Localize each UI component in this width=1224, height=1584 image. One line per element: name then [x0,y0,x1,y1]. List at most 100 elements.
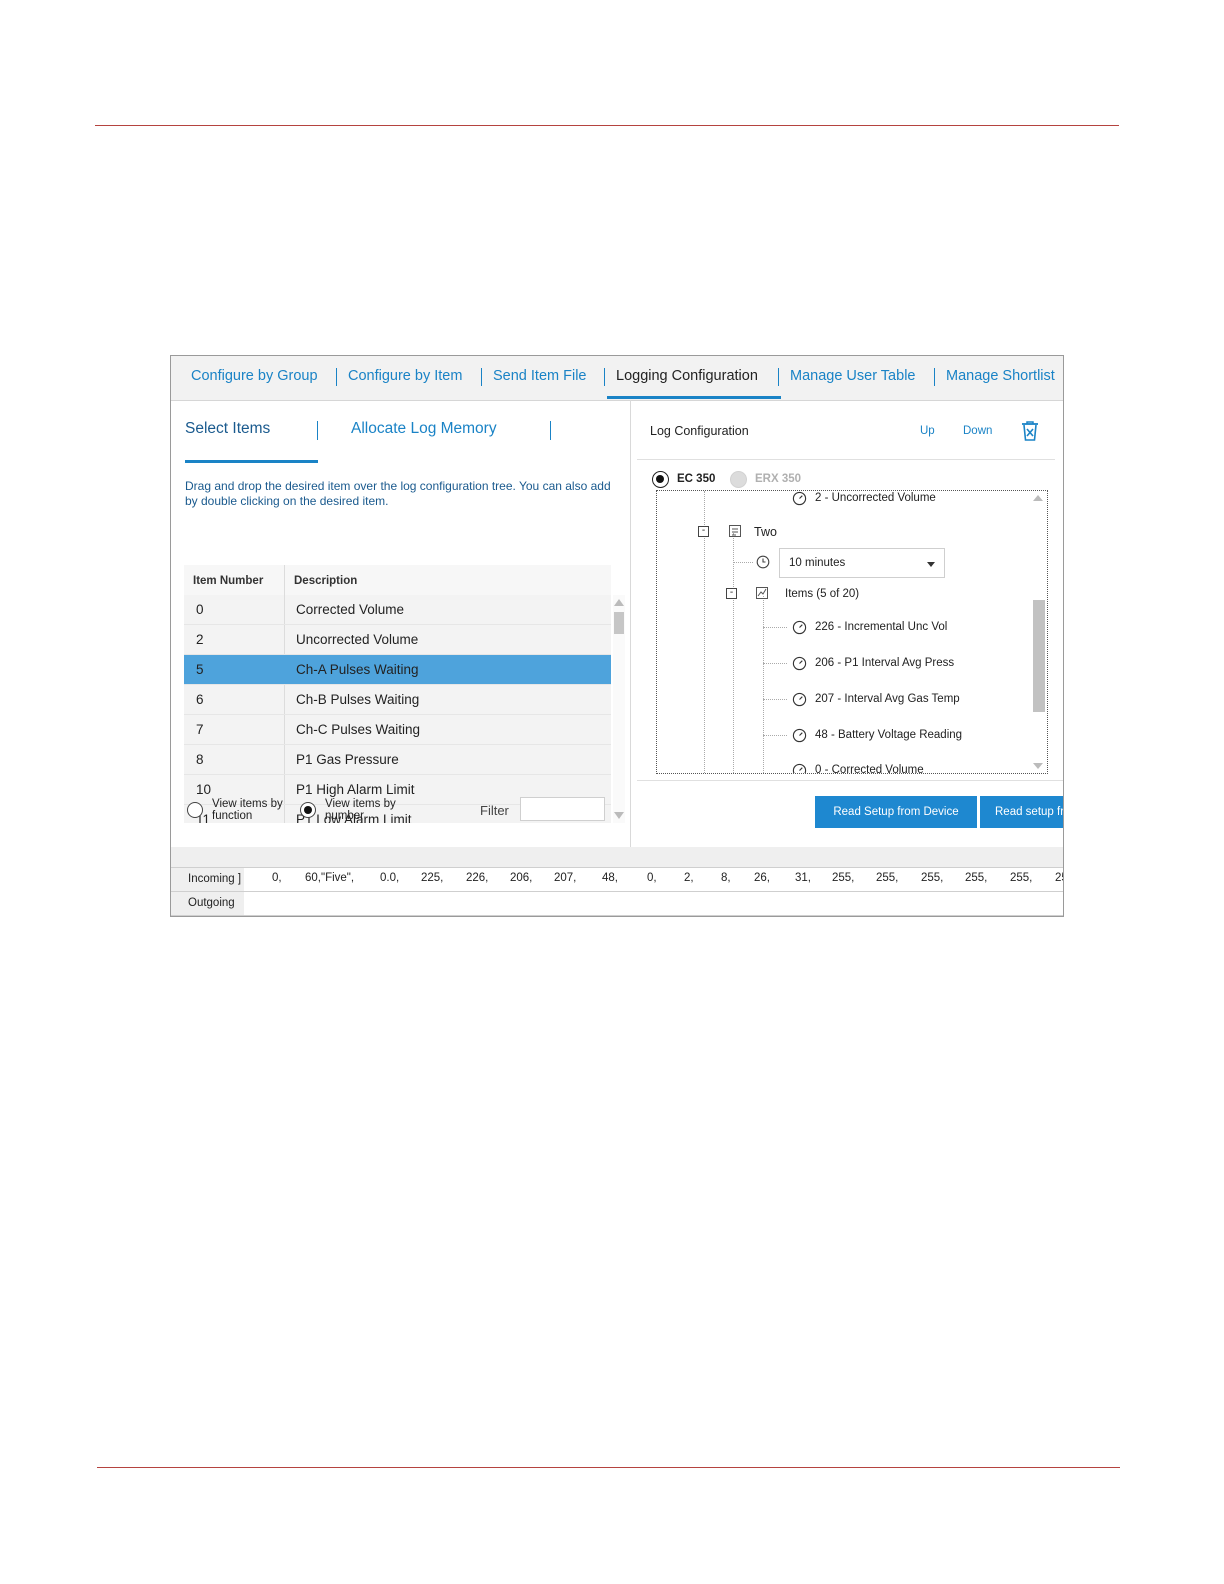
collapse-toggle-icon[interactable]: - [698,526,709,537]
tab-send-item-file[interactable]: Send Item File [493,368,587,384]
read-setup-from-file-button[interactable]: Read setup from File [980,796,1063,828]
item-number-cell: 5 [196,662,204,677]
view-by-function-label: View items by function [212,798,283,822]
active-tab-indicator [607,396,781,399]
scroll-up-arrow-icon[interactable] [1033,495,1043,501]
tree-log-item[interactable]: 207 - Interval Avg Gas Temp [815,693,960,705]
filter-label: Filter [480,803,509,818]
incoming-value: 226, [466,872,489,884]
read-setup-from-device-button[interactable]: Read Setup from Device [815,796,977,828]
incoming-value: 255, [1055,872,1063,884]
table-row[interactable]: 7 Ch-C Pulses Waiting [184,715,611,745]
collapse-toggle-icon[interactable]: - [726,588,737,599]
ec350-radio[interactable] [652,471,669,488]
log-configuration-tree[interactable]: 2 - Uncorrected Volume - Two 10 minutes … [656,490,1048,774]
column-header-description[interactable]: Description [294,575,357,587]
tree-items-header[interactable]: Items (5 of 20) [785,588,859,600]
gauge-icon [792,620,807,635]
column-header-item-number[interactable]: Item Number [193,575,263,587]
gauge-icon [792,763,807,773]
move-down-button[interactable]: Down [963,425,992,437]
scroll-thumb[interactable] [1033,600,1045,712]
item-number-cell: 10 [196,782,212,797]
incoming-value: 0, [647,872,657,884]
incoming-value: 206, [510,872,533,884]
incoming-value: 26, [754,872,770,884]
tab-logging-configuration[interactable]: Logging Configuration [616,368,758,384]
app-window: Configure by Group Configure by Item Sen… [170,355,1064,917]
tree-scrollbar[interactable] [1032,491,1045,773]
bottom-rule [97,1467,1120,1468]
item-number-cell: 2 [196,632,204,647]
tree-item-uncorrected-volume[interactable]: 2 - Uncorrected Volume [815,492,936,504]
view-by-number-radio[interactable] [300,802,316,818]
incoming-value: 8, [721,872,731,884]
erx350-label: ERX 350 [755,473,802,485]
view-by-function-radio[interactable] [187,802,203,818]
incoming-value: 225, [421,872,444,884]
tab-separator [336,368,337,386]
filter-input[interactable] [520,797,605,821]
tree-group-two[interactable]: Two [754,525,777,539]
table-header: Item Number Description [184,565,611,596]
subtab-select-items[interactable]: Select Items [185,420,270,438]
tree-log-item[interactable]: 48 - Battery Voltage Reading [815,729,962,741]
incoming-value: 0, [272,872,282,884]
incoming-value: 207, [554,872,577,884]
outgoing-label: Outgoing [171,892,244,915]
incoming-value: 48, [602,872,618,884]
tab-separator [934,368,935,386]
gauge-icon [792,491,807,506]
tab-separator [778,368,779,386]
subtab-allocate-log-memory[interactable]: Allocate Log Memory [351,420,497,438]
tree-log-item[interactable]: 206 - P1 Interval Avg Press [815,657,954,669]
item-number-cell: 0 [196,602,204,617]
gauge-icon [792,656,807,671]
drag-drop-hint: Drag and drop the desired item over the … [185,479,611,508]
select-items-panel: Select Items Allocate Log Memory Drag an… [171,400,631,847]
move-up-button[interactable]: Up [920,425,935,437]
tree-log-item[interactable]: 226 - Incremental Unc Vol [815,621,947,633]
scroll-up-arrow-icon[interactable] [614,599,624,606]
table-row-selected[interactable]: 5 Ch-A Pulses Waiting [184,655,611,685]
incoming-value: 255, [921,872,944,884]
tab-manage-user-table[interactable]: Manage User Table [790,368,915,384]
description-cell: Corrected Volume [296,602,405,617]
incoming-value: 60,"Five", [305,872,355,884]
log-group-icon [729,525,741,537]
scroll-down-arrow-icon[interactable] [1033,763,1043,769]
tree-log-item[interactable]: 0 - Corrected Volume [815,764,924,773]
chevron-down-icon [927,562,935,567]
delete-trash-icon[interactable] [1019,420,1041,442]
tab-configure-by-item[interactable]: Configure by Item [348,368,462,384]
tab-configure-by-group[interactable]: Configure by Group [191,368,318,384]
scroll-thumb[interactable] [614,612,624,634]
subtab-separator [550,421,551,440]
subtab-separator [317,421,318,440]
table-scrollbar[interactable] [613,595,625,823]
table-row[interactable]: 0 Corrected Volume [184,595,611,625]
ec350-label: EC 350 [677,473,716,485]
incoming-value: 255, [876,872,899,884]
incoming-value: 255, [1010,872,1033,884]
table-row[interactable]: 8 P1 Gas Pressure [184,745,611,775]
tab-manage-shortlist[interactable]: Manage Shortlist [946,368,1055,384]
view-by-number-label: View items by number [325,798,396,822]
incoming-value: 255, [965,872,988,884]
scroll-down-arrow-icon[interactable] [614,812,624,819]
incoming-value: 0.0, [380,872,400,884]
description-cell: P1 Gas Pressure [296,752,399,767]
description-cell: Uncorrected Volume [296,632,419,647]
erx350-radio[interactable] [730,471,747,488]
items-chart-icon [756,587,768,599]
table-row[interactable]: 2 Uncorrected Volume [184,625,611,655]
log-interval-select[interactable]: 10 minutes [779,548,945,578]
description-cell: Ch-A Pulses Waiting [296,662,419,677]
log-interval-value: 10 minutes [789,557,846,569]
incoming-value: 31, [795,872,811,884]
table-row[interactable]: 6 Ch-B Pulses Waiting [184,685,611,715]
gauge-icon [792,728,807,743]
gauge-icon [792,692,807,707]
description-cell: Ch-B Pulses Waiting [296,692,420,707]
tab-separator [604,368,605,386]
